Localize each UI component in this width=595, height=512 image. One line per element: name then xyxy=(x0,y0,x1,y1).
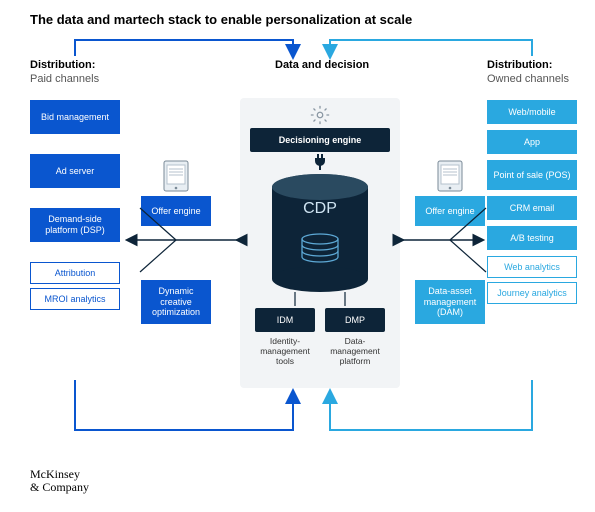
cdp-cylinder: CDP xyxy=(270,173,370,298)
offer-engine-left: Offer engine xyxy=(141,160,211,234)
dmp-caption: Data-management platform xyxy=(325,336,385,367)
center-panel: Decisioning engine CDP IDM Identity-mana… xyxy=(240,98,400,388)
box-dmp: DMP xyxy=(325,308,385,332)
center-column-header: Data and decision xyxy=(275,58,369,72)
box-dynamic-creative: Dynamic creative optimization xyxy=(141,280,211,324)
box-dam: Data-asset management (DAM) xyxy=(415,280,485,324)
box-bid-management: Bid management xyxy=(30,100,120,134)
box-attribution: Attribution xyxy=(30,262,120,284)
box-web-mobile: Web/mobile xyxy=(487,100,577,124)
dynamic-creative-box: Dynamic creative optimization xyxy=(141,280,211,332)
box-abtesting: A/B testing xyxy=(487,226,577,250)
diagram-title: The data and martech stack to enable per… xyxy=(0,0,595,27)
dam-box: Data-asset management (DAM) xyxy=(415,280,485,332)
tablet-icon xyxy=(437,160,463,192)
plug-icon xyxy=(313,154,327,170)
tablet-icon xyxy=(163,160,189,192)
box-pos: Point of sale (POS) xyxy=(487,160,577,190)
box-mroi: MROI analytics xyxy=(30,288,120,310)
box-journey-analytics: Journey analytics xyxy=(487,282,577,304)
right-column: Web/mobile App Point of sale (POS) CRM e… xyxy=(487,80,577,312)
idm-caption: Identity-management tools xyxy=(255,336,315,367)
box-app: App xyxy=(487,130,577,154)
offer-engine-right: Offer engine xyxy=(415,160,485,234)
box-crm: CRM email xyxy=(487,196,577,220)
box-offer-engine-right: Offer engine xyxy=(415,196,485,226)
box-idm: IDM xyxy=(255,308,315,332)
box-web-analytics: Web analytics xyxy=(487,256,577,278)
gear-icon xyxy=(309,104,331,126)
cdp-label: CDP xyxy=(303,200,337,217)
box-ad-server: Ad server xyxy=(30,154,120,188)
box-dsp: Demand-side platform (DSP) xyxy=(30,208,120,242)
mckinsey-logo: McKinsey & Company xyxy=(30,468,89,494)
left-column: Bid management Ad server Demand-side pla… xyxy=(30,80,120,318)
box-decisioning-engine: Decisioning engine xyxy=(250,128,390,152)
box-offer-engine-left: Offer engine xyxy=(141,196,211,226)
